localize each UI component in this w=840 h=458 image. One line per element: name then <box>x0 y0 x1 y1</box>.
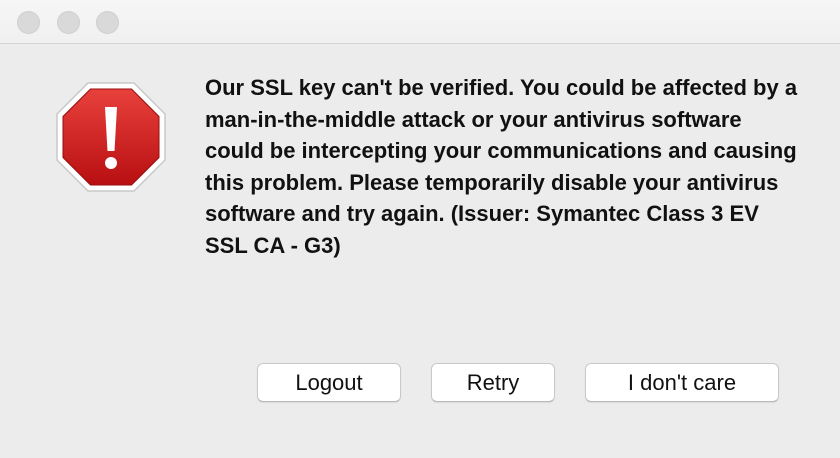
alert-dialog-window: Our SSL key can't be verified. You could… <box>0 0 840 458</box>
retry-button[interactable]: Retry <box>431 363 555 402</box>
title-bar <box>0 0 840 44</box>
dont-care-button[interactable]: I don't care <box>585 363 779 402</box>
close-window-button[interactable] <box>17 11 40 34</box>
minimize-window-button[interactable] <box>57 11 80 34</box>
alert-message: Our SSL key can't be verified. You could… <box>205 75 798 258</box>
logout-button[interactable]: Logout <box>257 363 401 402</box>
zoom-window-button[interactable] <box>96 11 119 34</box>
stop-sign-exclamation-icon <box>56 82 166 192</box>
